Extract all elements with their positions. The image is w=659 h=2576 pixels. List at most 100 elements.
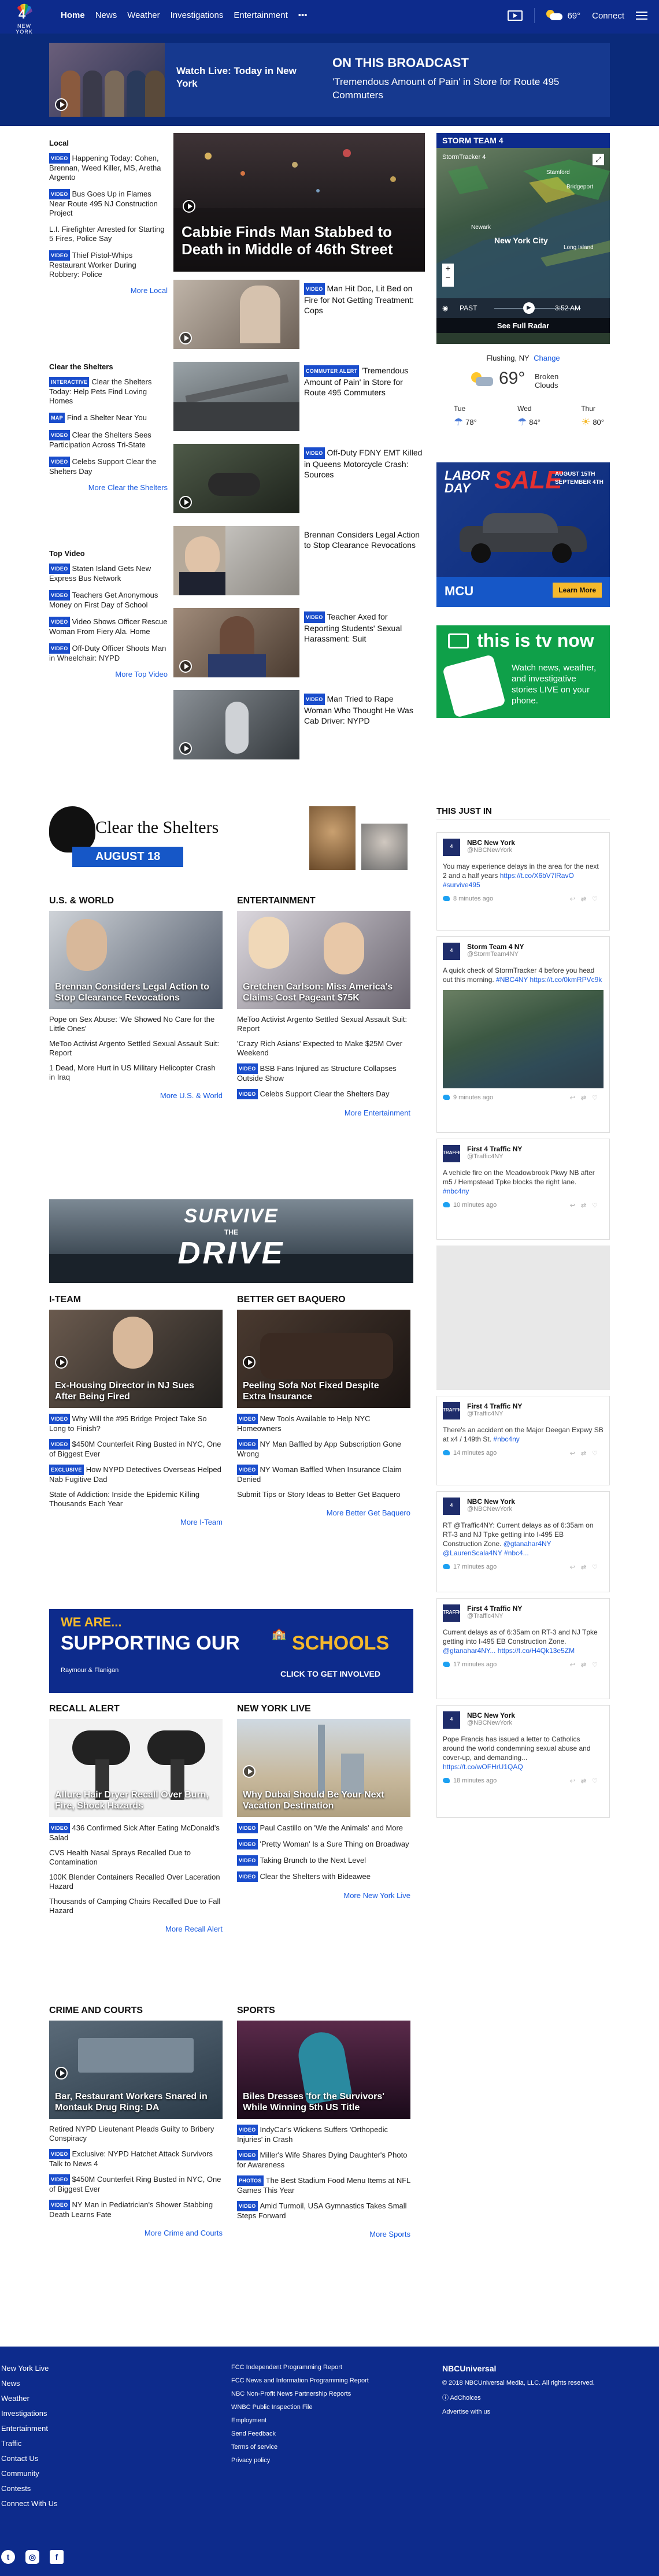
list-item[interactable]: VIDEO Why Will the #95 Bridge Project Tak… xyxy=(49,1414,223,1433)
ny-live-lead-headline[interactable]: Why Dubai Should Be Your Next Vacation D… xyxy=(243,1789,405,1811)
tweet-card[interactable]: TRAFFIC First 4 Traffic NY @Traffic4NY C… xyxy=(436,1598,610,1699)
forecast-day[interactable]: Thur ☀ 80° xyxy=(581,405,604,428)
i-team-lead-headline[interactable]: Ex-Housing Director in NJ Sues After Bei… xyxy=(55,1380,217,1402)
recall-lead-image[interactable]: Allure Hair Dryer Recall Over Burn, Fire… xyxy=(49,1719,223,1817)
story-card[interactable]: Brennan Considers Legal Action to Stop C… xyxy=(173,526,425,595)
list-item[interactable]: PHOTOS The Best Stadium Food Menu Items a… xyxy=(237,2175,410,2195)
play-icon[interactable] xyxy=(55,2067,68,2080)
expand-icon[interactable]: ⤢ xyxy=(593,154,604,165)
zoom-control[interactable]: + − xyxy=(442,264,454,287)
more-us-world-link[interactable]: More U.S. & World xyxy=(49,1091,223,1100)
tweet-time[interactable]: 8 minutes ago xyxy=(453,895,493,902)
tweet-handle[interactable]: @Traffic4NY xyxy=(467,1153,604,1160)
crime-lead-headline[interactable]: Bar, Restaurant Workers Snared in Montau… xyxy=(55,2091,217,2113)
footer-link[interactable]: Investigations xyxy=(1,2409,58,2418)
footer-link[interactable]: Entertainment xyxy=(1,2424,58,2433)
play-icon[interactable] xyxy=(243,1765,256,1778)
tweet-card[interactable]: 4 NBC New York @NBCNewYork You may exper… xyxy=(436,832,610,931)
footer-link[interactable]: Connect With Us xyxy=(1,2499,58,2508)
list-item[interactable]: VIDEO Video Shows Officer Rescue Woman Fr… xyxy=(49,617,168,636)
list-item[interactable]: VIDEO BSB Fans Injured as Structure Colla… xyxy=(237,1063,410,1083)
list-item[interactable]: VIDEO Paul Castillo on 'We the Animals' a… xyxy=(237,1823,410,1833)
more-local-link[interactable]: More Local xyxy=(49,286,168,295)
forecast-day[interactable]: Tue ☂ 78° xyxy=(454,405,477,428)
ny-live-heading[interactable]: NEW YORK LIVE xyxy=(237,1704,410,1714)
footer-link[interactable]: Contact Us xyxy=(1,2454,58,2463)
storm-team-radar-widget[interactable]: STORM TEAM 4 Bridgeport Stamford New Yor… xyxy=(436,133,610,344)
tweet-actions-icon[interactable]: ↩⇄♡ xyxy=(570,1777,604,1785)
live-tv-icon[interactable] xyxy=(508,10,523,21)
radar-play-icon[interactable]: ▶ xyxy=(523,302,535,314)
tweet-link[interactable]: #nbc4ny xyxy=(443,1187,469,1195)
more-shelters-link[interactable]: More Clear the Shelters xyxy=(49,483,168,492)
tweet-link[interactable]: #nbc4ny xyxy=(493,1435,519,1443)
footer-link[interactable]: NBC Non-Profit News Partnership Reports xyxy=(231,2390,369,2397)
tweet-link[interactable]: @gtanahar4NY... https://t.co/H4Qk13e5ZM xyxy=(443,1647,575,1655)
play-icon[interactable] xyxy=(179,496,192,509)
tweet-handle[interactable]: @Traffic4NY xyxy=(467,1410,604,1417)
list-item[interactable]: VIDEO NY Woman Baffled When Insurance Cla… xyxy=(237,1465,410,1484)
nav-weather-widget[interactable]: 69° xyxy=(546,10,580,21)
list-item[interactable]: VIDEO 'Pretty Woman' Is a Sure Thing on B… xyxy=(237,1839,410,1849)
tweet-time[interactable]: 17 minutes ago xyxy=(453,1563,497,1570)
survive-the-drive-banner[interactable]: SURVIVE THE DRIVE xyxy=(49,1199,413,1283)
hero-headline[interactable]: Cabbie Finds Man Stabbed to Death in Mid… xyxy=(182,223,413,258)
play-icon[interactable] xyxy=(243,1356,256,1369)
list-item[interactable]: CVS Health Nasal Sprays Recalled Due to … xyxy=(49,1848,223,1867)
more-i-team-link[interactable]: More I-Team xyxy=(49,1518,223,1526)
entertainment-lead-image[interactable]: Gretchen Carlson: Miss America's Claims … xyxy=(237,911,410,1009)
list-item[interactable]: Thousands of Camping Chairs Recalled Due… xyxy=(49,1897,223,1915)
list-item[interactable]: VIDEO Staten Island Gets New Express Bus … xyxy=(49,564,168,583)
list-item[interactable]: MAP Find a Shelter Near You xyxy=(49,413,168,423)
tweet-avatar[interactable]: TRAFFIC xyxy=(443,1145,462,1162)
footer-link[interactable]: Contests xyxy=(1,2484,58,2493)
tweet-author[interactable]: Storm Team 4 NY xyxy=(467,943,604,951)
list-item[interactable]: VIDEO 436 Confirmed Sick After Eating McD… xyxy=(49,1823,223,1843)
list-item[interactable]: EXCLUSIVE How NYPD Detectives Overseas He… xyxy=(49,1465,223,1484)
forecast-day[interactable]: Wed ☂ 84° xyxy=(517,405,540,428)
sports-lead-headline[interactable]: Biles Dresses 'for the Survivors' While … xyxy=(243,2091,405,2113)
tweet-time[interactable]: 10 minutes ago xyxy=(453,1202,497,1209)
list-item[interactable]: VIDEO Exclusive: NYPD Hatchet Attack Surv… xyxy=(49,2149,223,2169)
entertainment-lead-headline[interactable]: Gretchen Carlson: Miss America's Claims … xyxy=(243,981,405,1003)
nav-investigations[interactable]: Investigations xyxy=(171,10,224,20)
list-item[interactable]: VIDEO Clear the Shelters with Bideawee xyxy=(237,1871,410,1882)
list-item[interactable]: VIDEO $450M Counterfeit Ring Busted in NY… xyxy=(49,1439,223,1459)
list-item[interactable]: VIDEO Happening Today: Cohen, Brennan, We… xyxy=(49,153,168,182)
tweet-author[interactable]: First 4 Traffic NY xyxy=(467,1402,604,1410)
nbc-new-york-logo[interactable]: 4 NEW YORK xyxy=(8,3,40,35)
recall-heading[interactable]: RECALL ALERT xyxy=(49,1704,223,1714)
footer-link[interactable]: FCC News and Information Programming Rep… xyxy=(231,2377,369,2384)
tweet-avatar[interactable]: TRAFFIC xyxy=(443,1604,462,1622)
recall-lead-headline[interactable]: Allure Hair Dryer Recall Over Burn, Fire… xyxy=(55,1789,217,1811)
list-item[interactable]: Submit Tips or Story Ideas to Better Get… xyxy=(237,1490,410,1499)
list-item[interactable]: VIDEO NY Man in Pediatrician's Shower Sta… xyxy=(49,2200,223,2219)
labor-day-sale-ad[interactable]: LABOR DAY SALE AUGUST 15TH SEPTEMBER 4TH M… xyxy=(436,462,610,607)
more-ny-live-link[interactable]: More New York Live xyxy=(237,1891,410,1900)
nav-home[interactable]: Home xyxy=(61,10,85,20)
tweet-actions-icon[interactable]: ↩⇄♡ xyxy=(570,1661,604,1669)
crime-lead-image[interactable]: Bar, Restaurant Workers Snared in Montau… xyxy=(49,2021,223,2119)
broadcast-panel[interactable]: Watch Live: Today in New York ON THIS BR… xyxy=(49,43,610,117)
advertise-link[interactable]: Advertise with us xyxy=(442,2408,595,2415)
tweet-author[interactable]: NBC New York xyxy=(467,1711,604,1719)
connect-link[interactable]: Connect xyxy=(592,11,624,21)
tweet-radar-image[interactable] xyxy=(443,990,604,1088)
instagram-icon[interactable]: ◎ xyxy=(25,2550,39,2564)
tweet-avatar[interactable]: 4 xyxy=(443,1711,460,1729)
supporting-our-schools-banner[interactable]: WE ARE... SUPPORTING OUR 🏫 SCHOOLS Raymo… xyxy=(49,1609,413,1693)
story-card[interactable]: VIDEO Man Hit Doc, Lit Bed on Fire for No… xyxy=(173,280,425,349)
list-item[interactable]: L.I. Firefighter Arrested for Starting 5… xyxy=(49,225,168,243)
change-location-link[interactable]: Change xyxy=(534,354,560,362)
footer-link[interactable]: News xyxy=(1,2379,58,2388)
tweet-time[interactable]: 9 minutes ago xyxy=(453,1094,493,1101)
play-icon[interactable] xyxy=(55,98,68,111)
footer-link[interactable]: Community xyxy=(1,2469,58,2478)
tweet-avatar[interactable]: TRAFFIC xyxy=(443,1402,462,1419)
location-pin-icon[interactable]: ◉ xyxy=(442,304,448,312)
learn-more-button[interactable]: Learn More xyxy=(553,583,602,598)
this-is-tv-now-ad[interactable]: this is tv now Watch news, weather, and … xyxy=(436,625,610,718)
tweet-time[interactable]: 18 minutes ago xyxy=(453,1777,497,1784)
crime-heading[interactable]: CRIME AND COURTS xyxy=(49,2006,223,2016)
story-card[interactable]: VIDEO Teacher Axed for Reporting Students… xyxy=(173,608,425,677)
